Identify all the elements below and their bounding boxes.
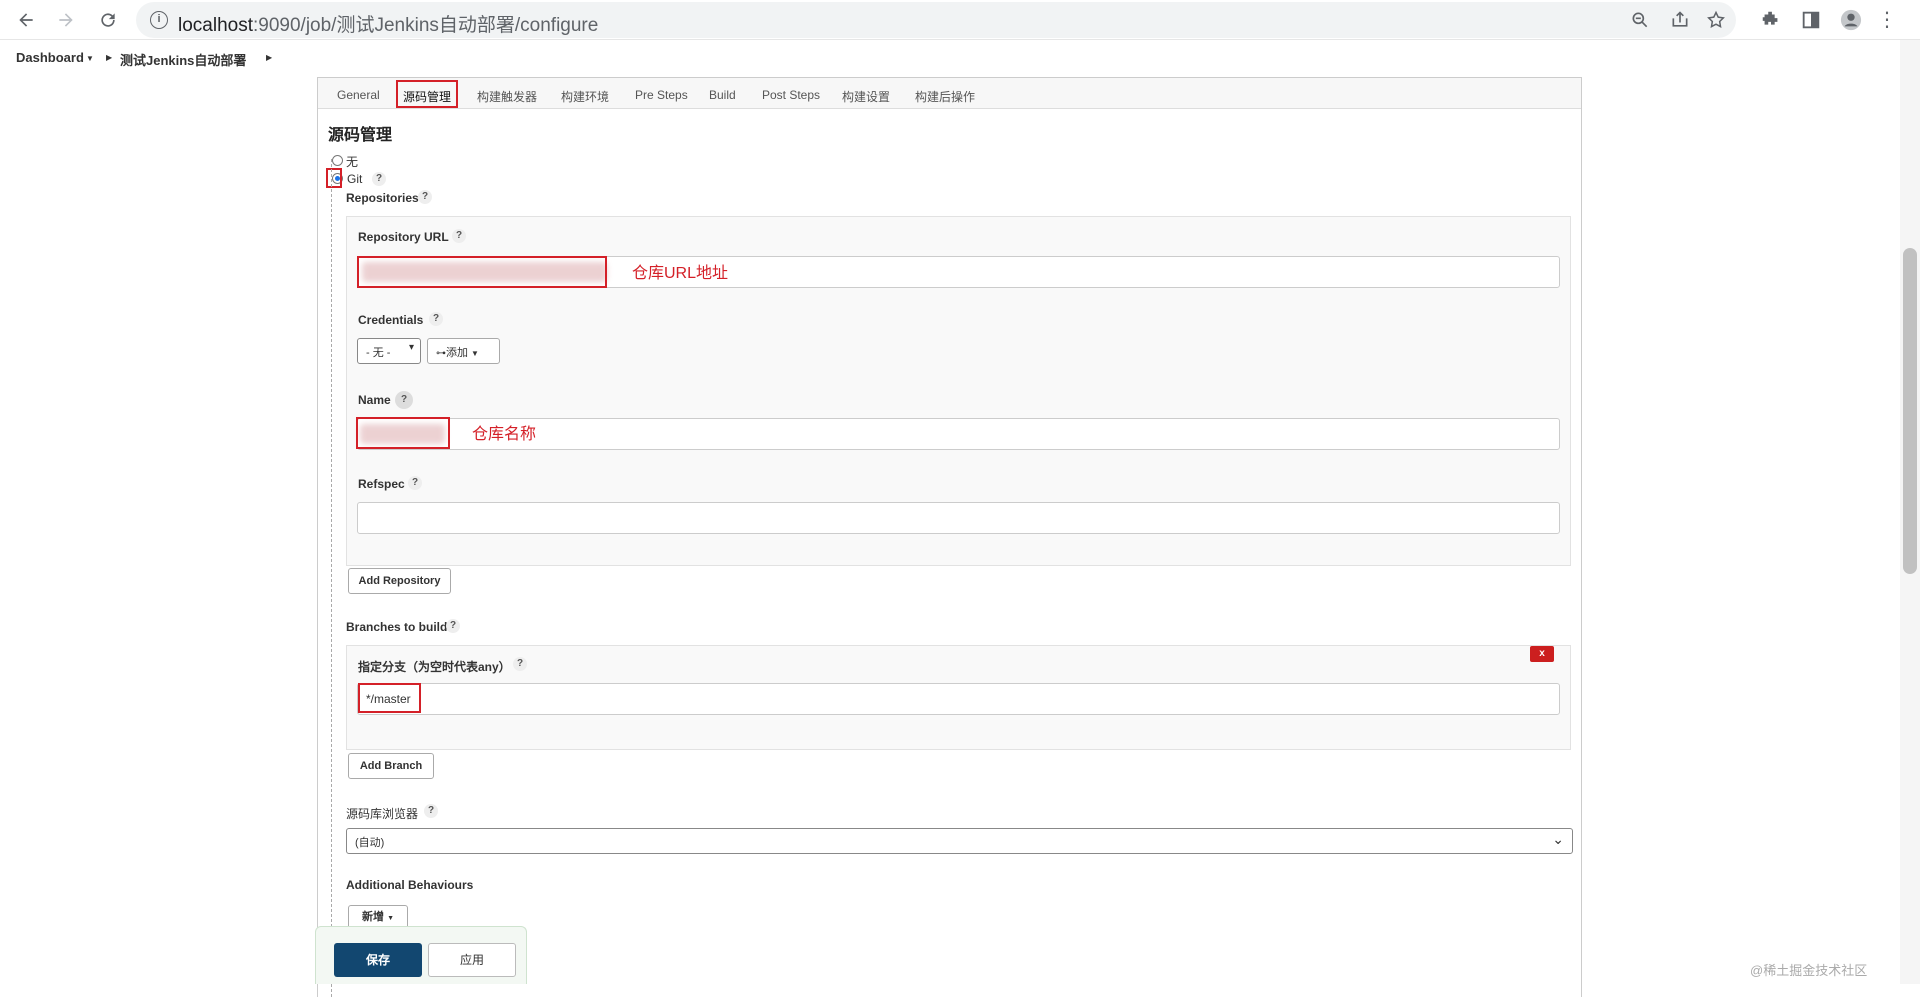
help-icon[interactable]: ? — [408, 476, 422, 490]
additional-behaviours-label: Additional Behaviours — [346, 878, 474, 892]
caret-down-icon: ▼ — [471, 349, 479, 358]
help-icon[interactable]: ? — [418, 190, 432, 204]
zoom-icon[interactable] — [1630, 10, 1650, 30]
name-label: Name — [358, 393, 391, 407]
save-bar: 保存 应用 — [315, 926, 527, 984]
breadcrumb-dashboard[interactable]: Dashboard — [16, 50, 84, 65]
profile-avatar-icon[interactable] — [1840, 9, 1862, 31]
job-config-form: General 源码管理 构建触发器 构建环境 Pre Steps Build … — [317, 77, 1582, 997]
tab-build-environment[interactable]: 构建环境 — [561, 88, 609, 105]
watermark: @稀土掘金技术社区 — [1750, 963, 1868, 978]
branch-spec-label: 指定分支（为空时代表any） — [358, 660, 511, 674]
help-icon[interactable]: ? — [395, 391, 413, 409]
help-icon[interactable]: ? — [429, 312, 443, 326]
extensions-icon[interactable] — [1760, 9, 1782, 31]
repo-browser-select[interactable]: (自动) ⌄ — [346, 828, 1573, 854]
apply-button[interactable]: 应用 — [428, 943, 516, 977]
tab-post-build-actions[interactable]: 构建后操作 — [915, 88, 975, 105]
highlight-box — [396, 80, 458, 108]
credentials-select[interactable]: - 无 - ▾ — [357, 338, 421, 364]
caret-down-icon: ▼ — [387, 915, 394, 922]
bookmark-star-icon[interactable] — [1706, 10, 1726, 30]
address-bar[interactable]: i localhost:9090/job/测试Jenkins自动部署/confi… — [136, 2, 1736, 38]
scm-git-label: Git — [347, 172, 363, 186]
forward-arrow-icon[interactable] — [52, 6, 80, 34]
tab-build-settings[interactable]: 构建设置 — [842, 88, 890, 105]
breadcrumb-separator-icon: ▶ — [106, 53, 113, 62]
repositories-label: Repositories — [346, 191, 419, 205]
config-tabbar: General 源码管理 构建触发器 构建环境 Pre Steps Build … — [318, 77, 1581, 109]
save-button[interactable]: 保存 — [334, 943, 422, 977]
page-scrollbar-thumb[interactable] — [1903, 248, 1917, 574]
repo-name-annotation: 仓库名称 — [472, 426, 537, 443]
scm-none-radio[interactable] — [332, 155, 343, 166]
git-section-guide — [331, 159, 332, 997]
tab-post-steps[interactable]: Post Steps — [762, 88, 820, 102]
repository-panel: Repository URL ? 仓库URL地址 Credentials ? -… — [346, 216, 1571, 566]
help-icon[interactable]: ? — [446, 619, 460, 633]
breadcrumb-job[interactable]: 测试Jenkins自动部署 — [120, 50, 246, 69]
reload-icon[interactable] — [94, 6, 122, 34]
repo-url-annotation: 仓库URL地址 — [632, 265, 729, 282]
chevron-down-icon: ⌄ — [1552, 831, 1564, 847]
refspec-input[interactable] — [357, 502, 1560, 534]
highlight-box — [358, 683, 421, 713]
tab-pre-steps[interactable]: Pre Steps — [635, 88, 688, 102]
credentials-value: - 无 - — [366, 347, 391, 359]
menu-kebab-icon[interactable]: ⋮ — [1876, 9, 1898, 31]
browser-toolbar: i localhost:9090/job/测试Jenkins自动部署/confi… — [0, 0, 1920, 40]
section-title: 源码管理 — [328, 127, 393, 144]
add-branch-button[interactable]: Add Branch — [348, 753, 434, 779]
help-icon[interactable]: ? — [513, 657, 527, 671]
breadcrumb-separator-icon: ▶ — [266, 53, 273, 62]
tab-general[interactable]: General — [337, 88, 380, 102]
key-icon: ⊶ — [436, 348, 446, 359]
repo-url-label: Repository URL — [358, 230, 449, 244]
credentials-label: Credentials — [358, 313, 424, 327]
chevron-down-icon: ▾ — [408, 342, 414, 353]
highlight-box — [357, 256, 607, 288]
remove-branch-button[interactable]: x — [1530, 646, 1554, 662]
help-icon[interactable]: ? — [452, 229, 466, 243]
breadcrumb-dropdown-icon[interactable]: ▼ — [86, 54, 94, 63]
repo-browser-label: 源码库浏览器 — [346, 807, 419, 821]
site-info-icon[interactable]: i — [150, 11, 168, 29]
branches-label: Branches to build — [346, 620, 448, 634]
highlight-box — [356, 417, 450, 449]
refspec-label: Refspec — [358, 477, 405, 491]
address-url[interactable]: localhost:9090/job/测试Jenkins自动部署/configu… — [178, 10, 598, 37]
tab-build[interactable]: Build — [709, 88, 736, 102]
highlight-box — [326, 168, 342, 188]
side-panel-icon[interactable] — [1800, 9, 1822, 31]
add-credentials-label: 添加 — [446, 347, 468, 359]
help-icon[interactable]: ? — [424, 804, 438, 818]
breadcrumb: Dashboard ▼ ▶ 测试Jenkins自动部署 ▶ — [0, 46, 1900, 72]
back-arrow-icon[interactable] — [12, 6, 40, 34]
add-repository-button[interactable]: Add Repository — [348, 568, 451, 594]
help-icon[interactable]: ? — [372, 172, 386, 186]
add-credentials-button[interactable]: ⊶添加 ▼ — [427, 338, 500, 364]
scm-none-label: 无 — [346, 155, 359, 169]
branch-spec-input[interactable]: */master — [357, 683, 1560, 715]
add-behaviour-label: 新增 — [362, 911, 384, 923]
share-icon[interactable] — [1670, 10, 1690, 30]
repo-name-input[interactable] — [357, 418, 1560, 450]
tab-build-triggers[interactable]: 构建触发器 — [477, 88, 537, 105]
branch-panel: 指定分支（为空时代表any） ? x */master — [346, 645, 1571, 750]
repo-browser-value: (自动) — [355, 837, 385, 849]
